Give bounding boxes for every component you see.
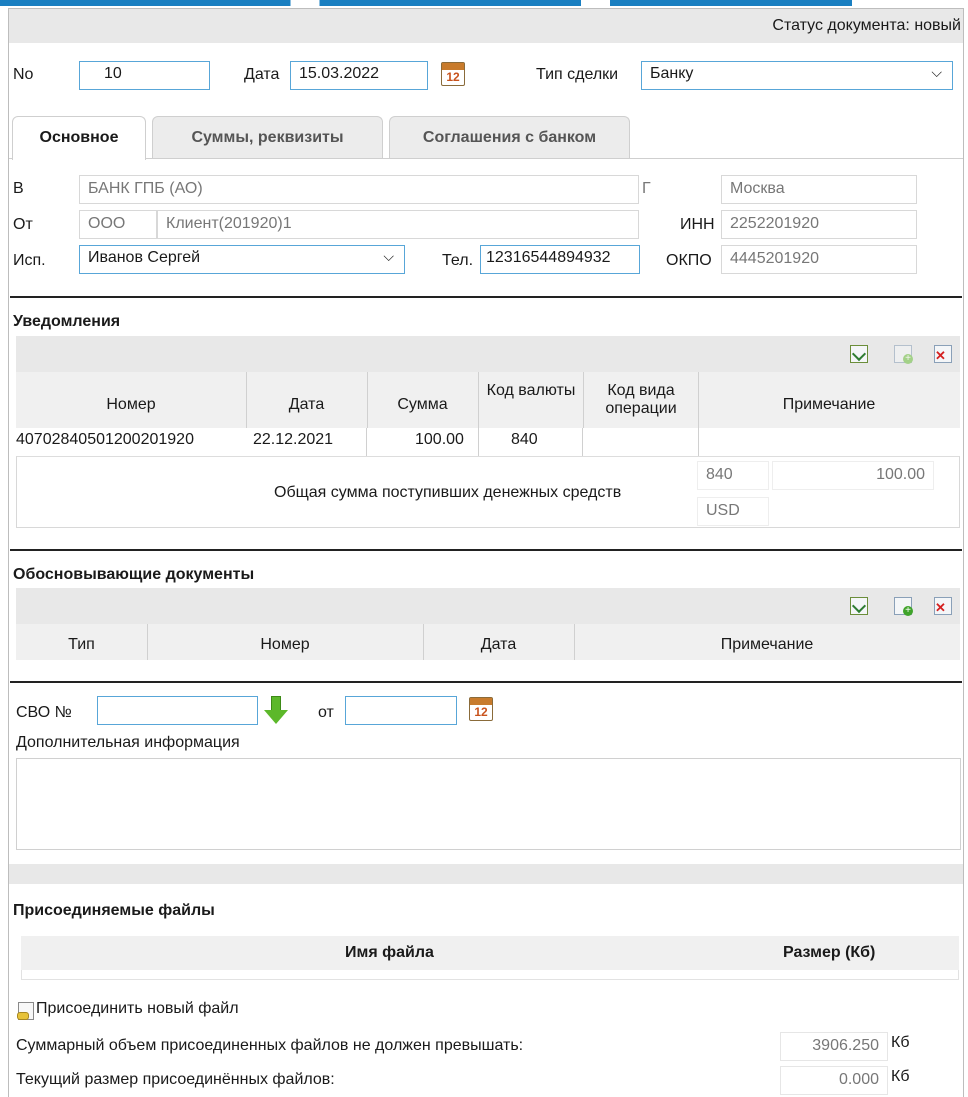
deal-type-label: Тип сделки [536, 66, 619, 83]
additional-info-textarea[interactable] [16, 758, 961, 850]
row-currency: 840 [511, 431, 538, 448]
okpo-label: ОКПО [666, 252, 712, 269]
edit-icon[interactable] [850, 345, 868, 363]
tab-agreements[interactable]: Соглашения с банком [389, 116, 630, 158]
delete-icon[interactable]: ✕ [934, 597, 952, 615]
col-divider [478, 372, 479, 428]
current-size-label: Текущий размер присоединённых файлов: [16, 1071, 335, 1088]
current-size-unit: Кб [891, 1068, 910, 1085]
city-label: Г [642, 180, 651, 197]
row-sum: 100.00 [415, 431, 464, 448]
total-code-field: 840 [697, 461, 769, 490]
delete-icon[interactable]: ✕ [934, 345, 952, 363]
page-title-fragment [0, 0, 968, 6]
arrow-down-icon[interactable] [263, 696, 289, 726]
divider [10, 681, 962, 683]
client-org-field: ООО [79, 210, 157, 239]
svo-number-field[interactable] [97, 696, 258, 725]
doc-number-field[interactable]: 10 [79, 61, 210, 90]
basis-docs-toolbar: + ✕ [16, 588, 960, 624]
inn-label: ИНН [680, 216, 715, 233]
col-header-op-code: Код вида операции [605, 382, 677, 417]
max-size-unit: Кб [891, 1034, 910, 1051]
files-title: Присоединяемые файлы [13, 902, 215, 919]
col-header-date: Дата [288, 396, 325, 413]
deal-type-value: Банку [650, 65, 694, 82]
col-header-file-size: Размер (Кб) [783, 944, 876, 961]
section-separator-bar [9, 864, 963, 884]
phone-field[interactable]: 12316544894932 [480, 245, 640, 274]
basis-docs-title: Обосновывающие документы [13, 566, 255, 583]
col-divider [698, 428, 699, 456]
attach-file-label: Присоединить новый файл [36, 1000, 239, 1017]
deal-type-select[interactable]: Банку ⌵ [641, 61, 953, 90]
chevron-down-icon: ⌵ [383, 248, 394, 264]
col-header-number: Номер [106, 396, 156, 413]
current-size-field: 0.000 [780, 1066, 888, 1095]
svo-date-field[interactable] [345, 696, 457, 725]
col-header-sum: Сумма [397, 396, 448, 413]
col-header-note: Примечание [782, 396, 876, 413]
executor-label: Исп. [13, 252, 46, 269]
status-text: Статус документа: новый [772, 17, 961, 34]
row-date: 22.12.2021 [253, 431, 334, 448]
add-icon[interactable]: + [894, 345, 913, 364]
calendar-icon[interactable]: 12 [441, 62, 465, 86]
table-row[interactable]: 40702840501200201920 22.12.2021 100.00 8… [16, 428, 960, 456]
tab-sums[interactable]: Суммы, реквизиты [152, 116, 383, 158]
add-icon[interactable]: + [894, 597, 913, 616]
divider [10, 296, 962, 298]
files-empty-row [21, 970, 959, 980]
doc-number-label: No [13, 66, 34, 83]
from-label: От [13, 216, 33, 233]
max-size-field: 3906.250 [780, 1032, 888, 1061]
executor-value: Иванов Сергей [88, 249, 201, 266]
total-sum-field: 100.00 [772, 461, 934, 490]
svo-label: СВО № [16, 704, 72, 721]
chevron-down-icon: ⌵ [931, 64, 942, 80]
date-field[interactable]: 15.03.2022 [290, 61, 428, 90]
inn-field: 2252201920 [721, 210, 917, 239]
calendar-icon[interactable]: 12 [469, 697, 493, 721]
status-bar: Статус документа: новый [9, 9, 963, 43]
files-header-row: Имя файла Размер (Кб) [21, 936, 959, 970]
col-header-currency: Код валюты [486, 382, 576, 399]
city-field: Москва [721, 175, 917, 204]
notifications-title: Уведомления [13, 313, 121, 330]
col-divider [478, 428, 479, 456]
total-label: Общая сумма поступивших денежных средств [274, 484, 622, 501]
col-header-type: Тип [68, 636, 95, 653]
edit-icon[interactable] [850, 597, 868, 615]
col-divider [582, 428, 583, 456]
svo-from-label: от [318, 704, 334, 721]
bank-name-field: БАНК ГПБ (АО) [79, 175, 639, 204]
row-number: 40702840501200201920 [16, 431, 194, 448]
document-frame [8, 8, 964, 1097]
col-header-number: Номер [260, 636, 310, 653]
phone-label: Тел. [442, 252, 474, 269]
divider [10, 549, 962, 551]
col-header-note: Примечание [720, 636, 814, 653]
executor-select[interactable]: Иванов Сергей ⌵ [79, 245, 405, 274]
col-header-date: Дата [480, 636, 517, 653]
date-label: Дата [244, 66, 280, 83]
total-currency-field: USD [697, 497, 769, 526]
bank-label: В [13, 180, 24, 197]
max-size-label: Суммарный объем присоединенных файлов не… [16, 1037, 524, 1054]
client-name-field: Клиент(201920)1 [157, 210, 639, 239]
col-divider [366, 428, 367, 456]
okpo-field: 4445201920 [721, 245, 917, 274]
col-header-file-name: Имя файла [345, 944, 434, 961]
col-divider [583, 372, 584, 428]
additional-info-label: Дополнительная информация [16, 734, 240, 751]
notifications-toolbar: + ✕ [16, 336, 960, 372]
tab-main[interactable]: Основное [12, 116, 146, 160]
attach-icon [17, 1002, 34, 1020]
